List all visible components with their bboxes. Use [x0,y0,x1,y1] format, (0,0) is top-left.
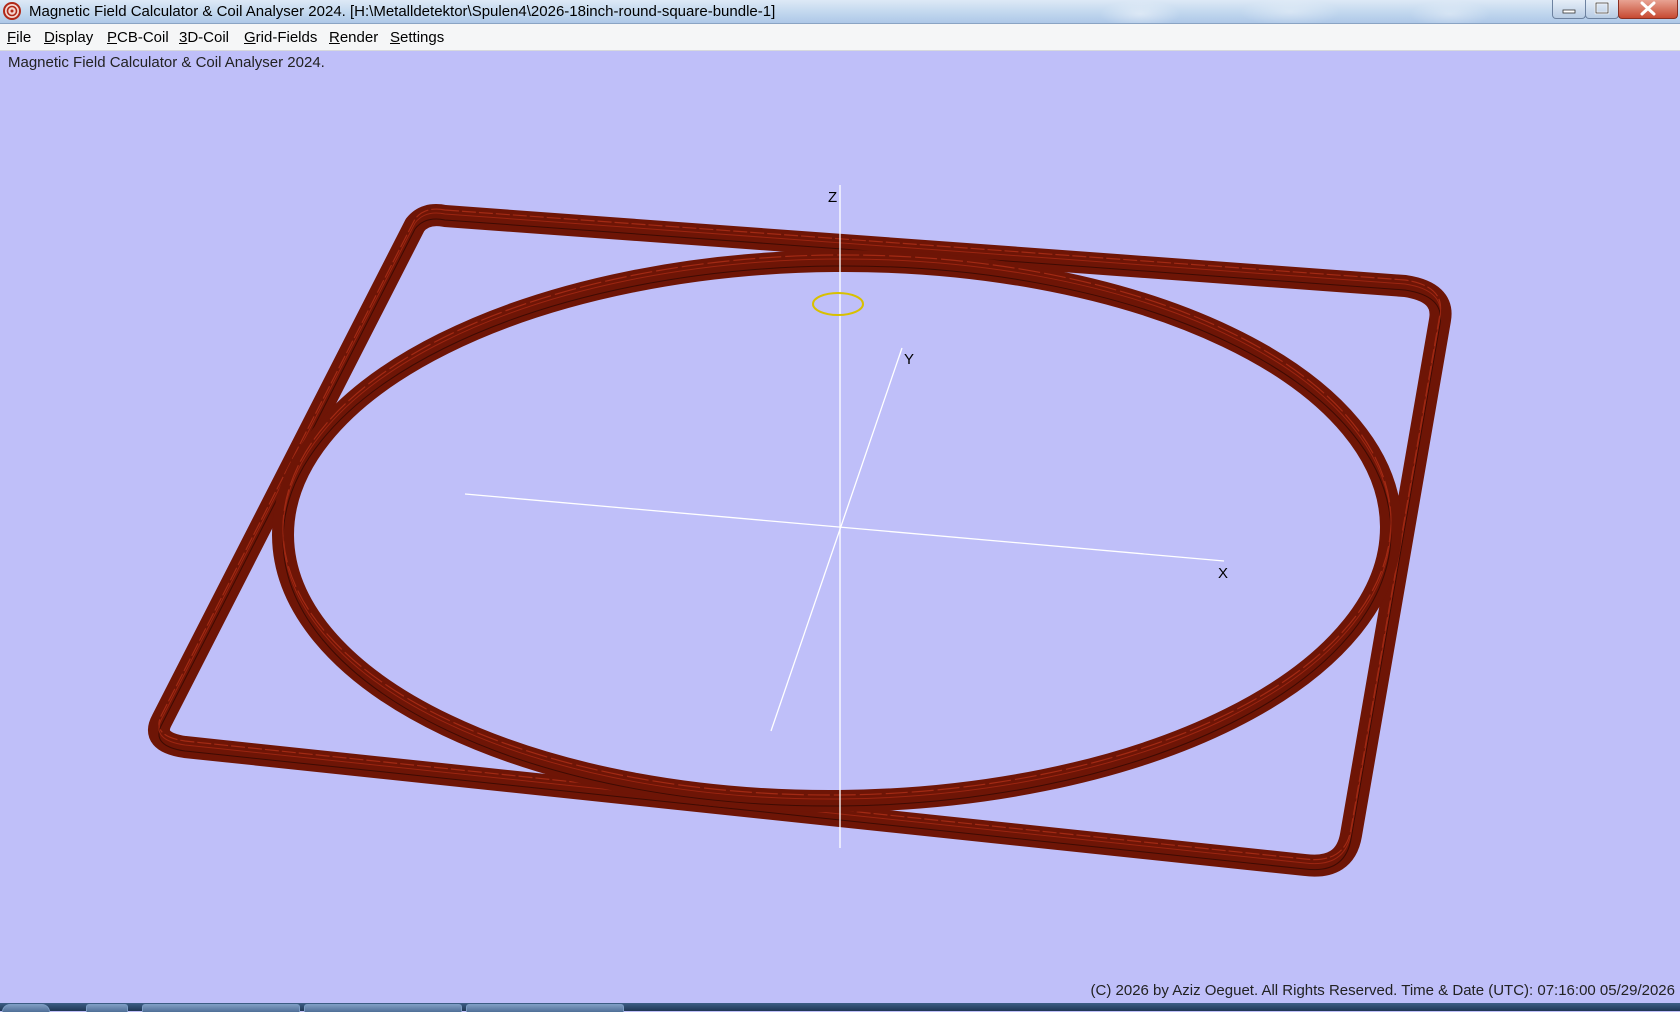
menu-display-label: isplay [54,29,94,46]
title-bar-decoration [1060,0,1520,23]
window-title: Magnetic Field Calculator & Coil Analyse… [29,3,776,20]
close-button[interactable] [1618,0,1678,19]
menu-pcb-coil-label: CB-Coil [117,29,169,46]
menu-3d-coil-label: D-Coil [187,29,230,46]
menu-file-label: ile [16,29,32,46]
field-probe-marker[interactable] [812,292,864,316]
x-axis-label: X [1218,565,1228,582]
x-axis [464,493,1225,562]
status-text-top: Magnetic Field Calculator & Coil Analyse… [8,54,325,71]
menu-pcb-coil-mnemonic: P [107,29,118,46]
app-icon[interactable] [2,1,22,21]
menu-settings-mnemonic: S [390,29,401,46]
maximize-icon [1594,1,1610,15]
menu-pcb-coil[interactable]: PCB-Coil [107,29,169,46]
menu-bar: File Display PCB-Coil 3D-Coil Grid-Field… [0,24,1680,51]
menu-display-mnemonic: D [44,29,55,46]
y-axis-label: Y [904,351,914,368]
z-axis-label: Z [828,189,837,206]
round-coil[interactable] [272,249,1402,813]
menu-file[interactable]: File [7,29,31,46]
menu-settings-label: ettings [400,29,445,46]
menu-3d-coil[interactable]: 3D-Coil [179,29,229,46]
maximize-button[interactable] [1585,0,1619,19]
menu-render-mnemonic: R [329,29,340,46]
menu-settings[interactable]: Settings [390,29,444,46]
copyright-status: (C) 2026 by Aziz Oeguet. All Rights Rese… [1090,982,1675,999]
menu-render[interactable]: Render [329,29,378,46]
menu-grid-fields-label: rid-Fields [255,29,318,46]
minimize-icon [1562,9,1576,14]
menu-grid-fields-mnemonic: G [244,29,256,46]
menu-file-mnemonic: F [7,29,17,46]
y-axis [770,347,903,732]
menu-render-label: ender [339,29,379,46]
menu-display[interactable]: Display [44,29,93,46]
3d-viewport[interactable]: Z Y X [0,51,1680,981]
taskbar [0,1003,1680,1012]
title-bar: Magnetic Field Calculator & Coil Analyse… [0,0,1680,24]
close-icon [1640,1,1656,16]
menu-grid-fields[interactable]: Grid-Fields [244,29,317,46]
minimize-button[interactable] [1552,0,1586,19]
square-coil[interactable] [148,204,1452,877]
